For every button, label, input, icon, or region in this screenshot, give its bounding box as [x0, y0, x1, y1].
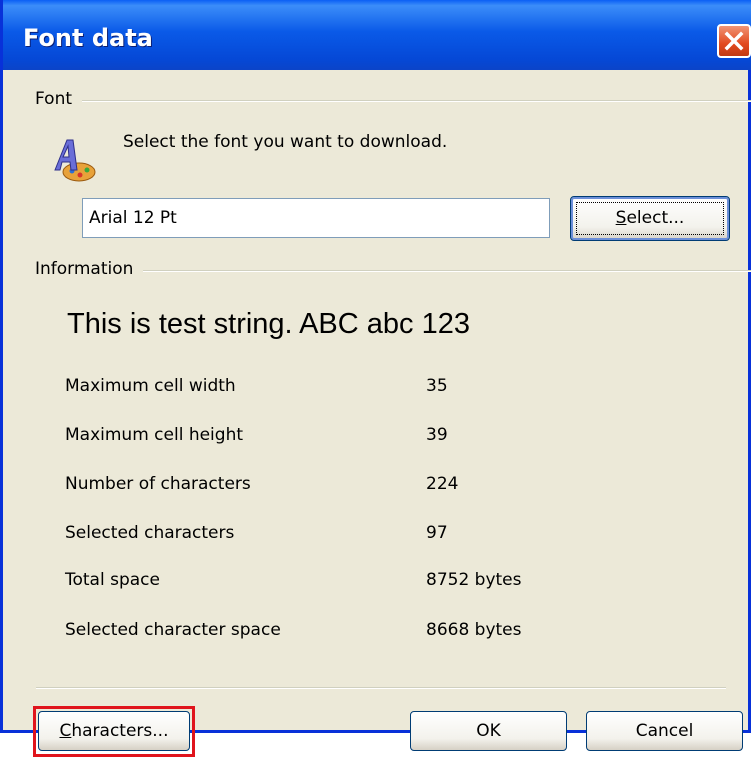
- characters-button-highlight: [33, 706, 195, 757]
- font-group-divider: [36, 100, 751, 102]
- bottom-separator: [36, 687, 726, 689]
- select-font-button[interactable]: Select...: [570, 196, 730, 241]
- ok-button-label: OK: [476, 721, 501, 741]
- ok-button[interactable]: OK: [410, 711, 567, 751]
- cancel-button[interactable]: Cancel: [586, 711, 743, 751]
- info-value-number-of-characters: 224: [426, 474, 459, 494]
- window-title: Font data: [23, 24, 153, 52]
- font-data-dialog: Font data Font Select the font you want …: [0, 0, 751, 757]
- info-value-max-cell-width: 35: [426, 376, 448, 396]
- title-bar[interactable]: Font data: [3, 0, 751, 70]
- info-label-selected-character-space: Selected character space: [65, 620, 281, 640]
- font-name-field[interactable]: Arial 12 Pt: [82, 198, 550, 238]
- close-button[interactable]: [717, 24, 751, 58]
- info-label-selected-characters: Selected characters: [65, 523, 235, 543]
- info-label-total-space: Total space: [65, 570, 160, 590]
- font-palette-icon: [54, 139, 96, 182]
- info-value-max-cell-height: 39: [426, 425, 448, 445]
- info-value-selected-character-space: 8668 bytes: [426, 620, 522, 640]
- info-label-max-cell-width: Maximum cell width: [65, 376, 236, 396]
- select-button-label: Select...: [615, 208, 685, 228]
- info-label-number-of-characters: Number of characters: [65, 474, 251, 494]
- info-value-selected-characters: 97: [426, 523, 448, 543]
- cancel-button-label: Cancel: [635, 721, 694, 741]
- info-label-max-cell-height: Maximum cell height: [65, 425, 244, 445]
- font-group-label: Font: [35, 89, 83, 109]
- font-sample-text: This is test string. ABC abc 123: [67, 308, 470, 340]
- font-instruction: Select the font you want to download.: [123, 132, 448, 152]
- dialog-body: Font Select the font you want to downloa…: [6, 70, 751, 757]
- info-value-total-space: 8752 bytes: [426, 570, 522, 590]
- info-group-label: Information: [35, 259, 144, 279]
- close-icon: [724, 31, 744, 51]
